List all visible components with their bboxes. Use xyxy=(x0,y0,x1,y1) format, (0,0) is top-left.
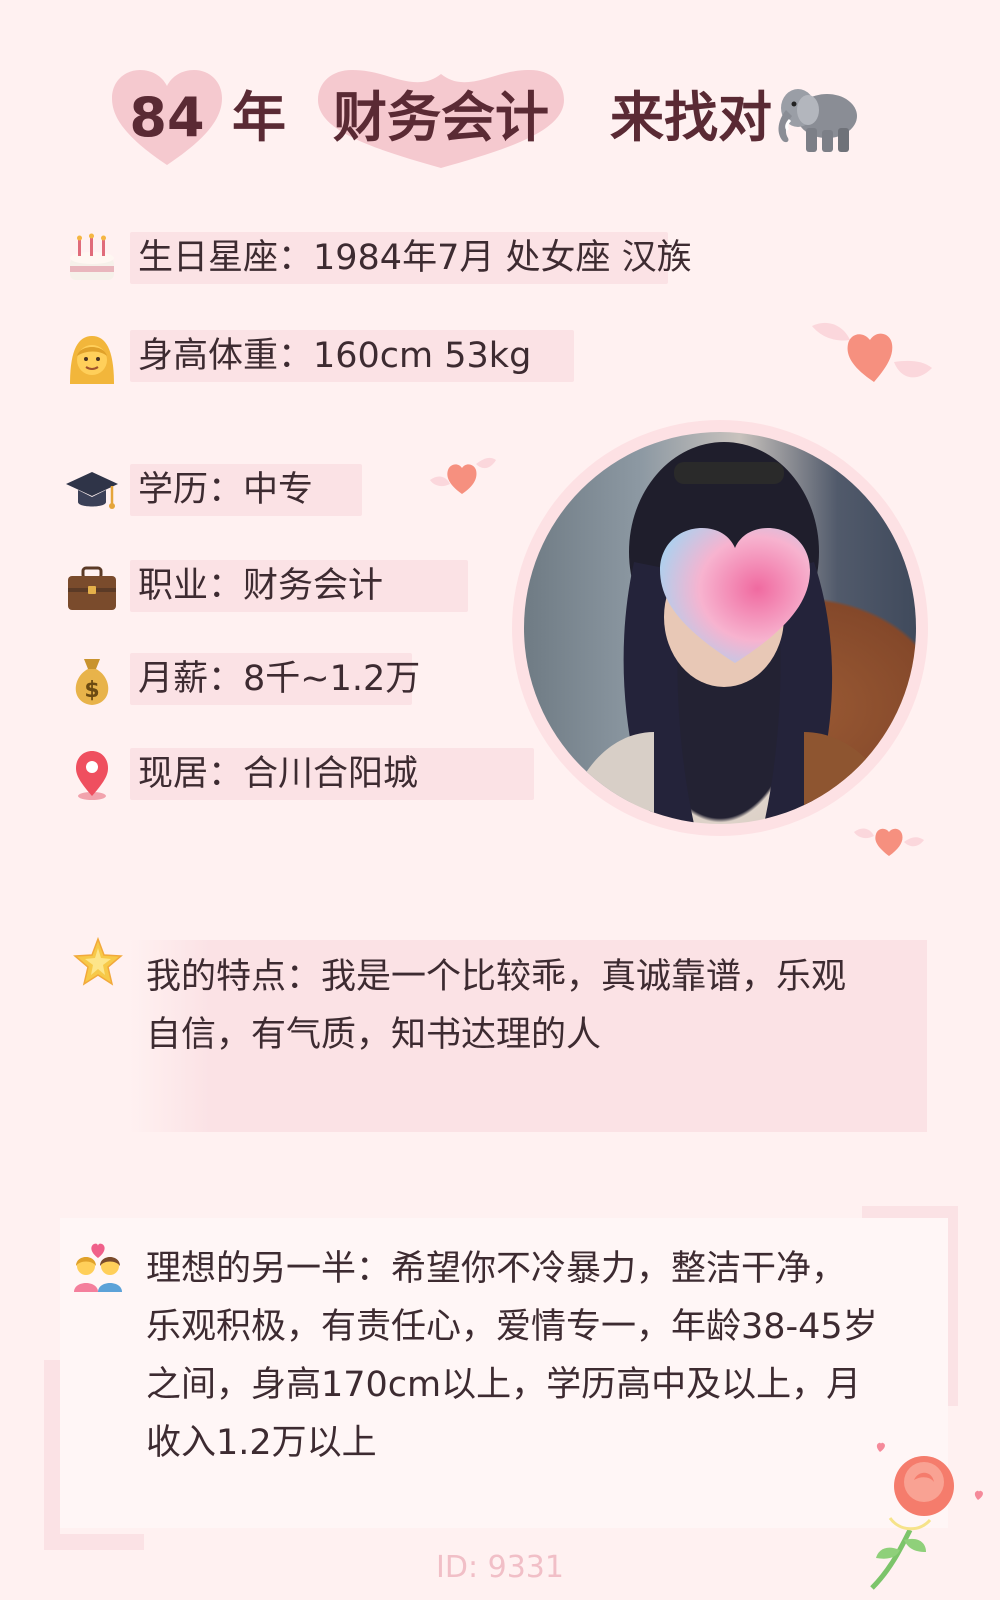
ideal-line-1: 理想的另一半：希望你不冷暴力，整洁干净， xyxy=(146,1249,847,1289)
education-text: 学历：中专 xyxy=(138,470,314,510)
profile-id-text: ID: 9331 xyxy=(436,1550,564,1585)
location-pin-icon xyxy=(76,751,108,800)
residence-text: 现居：合川合阳城 xyxy=(138,754,419,794)
occupation-text: 职业：财务会计 xyxy=(138,566,384,606)
header-tail-text: 来找对 xyxy=(610,86,772,149)
profile-photo xyxy=(524,432,916,824)
svg-text:$: $ xyxy=(84,678,99,703)
winged-heart-icon xyxy=(854,828,924,856)
age-year-text: 84 xyxy=(129,86,205,149)
winged-heart-icon xyxy=(430,457,496,494)
birthday-cake-icon xyxy=(70,233,114,280)
job-heart-badge: 财务会计 xyxy=(318,70,564,170)
graduation-cap-icon xyxy=(66,472,118,509)
briefcase-icon xyxy=(68,566,116,610)
year-heart-badge: 84 xyxy=(112,70,222,170)
ideal-line-2: 乐观积极，有责任心，爱情专一，年龄38-45岁 xyxy=(146,1307,878,1347)
money-bag-icon: $ xyxy=(75,659,109,705)
birthday-zodiac-text: 生日星座：1984年7月 处女座 汉族 xyxy=(138,238,692,278)
star-icon xyxy=(73,936,123,986)
salary-text: 月薪：8千~1.2万 xyxy=(138,659,421,699)
job-title-text: 财务会计 xyxy=(333,86,549,149)
winged-heart-icon xyxy=(812,322,932,382)
face-cover-heart-icon xyxy=(660,528,810,663)
frame-corner-bottom-left xyxy=(44,1360,60,1550)
year-suffix-text: 年 xyxy=(232,86,286,149)
height-weight-text: 身高体重：160cm 53kg xyxy=(138,336,532,376)
ideal-line-4: 收入1.2万以上 xyxy=(146,1423,377,1463)
elephant-icon xyxy=(778,89,857,152)
ideal-line-3: 之间，身高170cm以上，学历高中及以上，月 xyxy=(146,1365,862,1405)
traits-line-2: 自信，有气质，知书达理的人 xyxy=(146,1015,602,1055)
traits-line-1: 我的特点：我是一个比较乖，真诚靠谱，乐观 xyxy=(146,957,847,997)
couple-with-heart-icon xyxy=(74,1243,122,1292)
woman-icon xyxy=(70,336,114,384)
